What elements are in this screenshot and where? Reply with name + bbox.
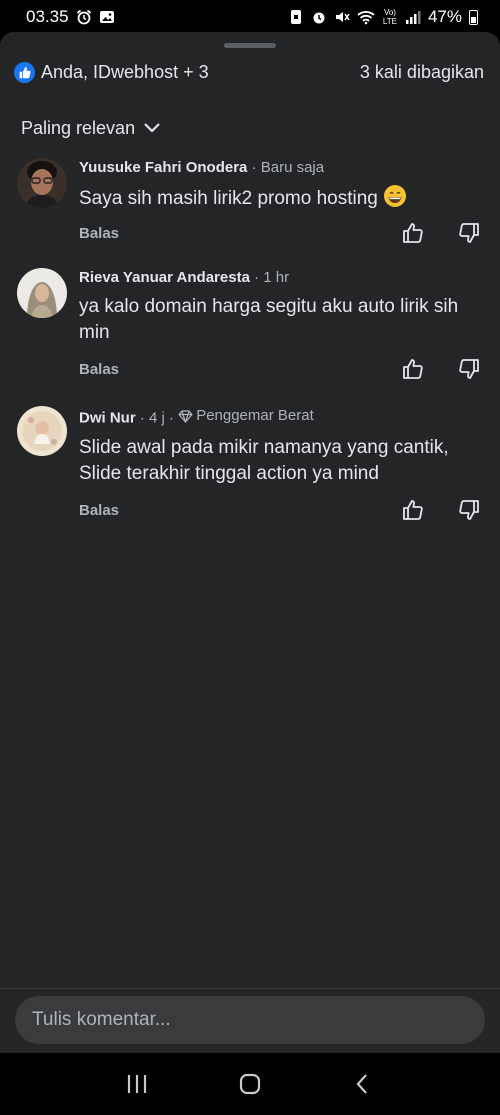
diamond-icon [178, 409, 193, 423]
comment-input-placeholder: Tulis komentar... [32, 1009, 171, 1030]
mute-icon [335, 12, 350, 22]
top-fan-label: Penggemar Berat [196, 407, 314, 424]
downvote-icon[interactable] [458, 358, 480, 380]
avatar[interactable] [17, 268, 67, 318]
wifi-icon [357, 11, 375, 25]
battery-icon [469, 9, 478, 25]
comment-meta: Dwi Nur · 4 j · Penggemar Berat [79, 406, 482, 429]
comment-text: ya kalo domain harga segitu aku auto lir… [79, 296, 459, 343]
shares-count[interactable]: 3 kali dibagikan [360, 62, 484, 83]
screen-rotate-icon [290, 10, 301, 24]
upvote-icon[interactable] [402, 222, 424, 244]
status-time: 03.35 [26, 7, 69, 26]
reactions-label: Anda, IDwebhost + 3 [41, 61, 209, 82]
like-reaction-icon [14, 61, 35, 83]
downvote-icon[interactable] [458, 499, 480, 521]
reactions-row: Anda, IDwebhost + 3 3 kali dibagikan [14, 60, 484, 84]
grinning-face-emoji-icon [384, 185, 407, 207]
comment-text: Slide awal pada mikir namanya yang canti… [79, 436, 449, 484]
comment-meta: Rieva Yanuar Andaresta · 1 hr [79, 268, 482, 288]
comment-actions: Balas [79, 499, 480, 521]
avatar[interactable] [17, 406, 67, 456]
recent-apps-icon[interactable] [125, 1073, 149, 1095]
alarm-icon [76, 9, 91, 25]
avatar[interactable] [17, 158, 67, 208]
status-right: Vo) LTE 47% [288, 7, 478, 27]
comment-text: Saya sih masih lirik2 promo hosting [79, 184, 482, 212]
vote-buttons [402, 222, 480, 244]
upvote-icon[interactable] [402, 358, 424, 380]
comment-text-content: Saya sih masih lirik2 promo hosting [79, 188, 378, 209]
vote-buttons [402, 499, 480, 521]
comment-time: · 4 j · [139, 409, 175, 427]
gallery-icon [99, 11, 114, 23]
sort-label: Paling relevan [21, 117, 136, 138]
status-left: 03.35 [26, 7, 115, 27]
vote-buttons [402, 358, 480, 380]
comment-author[interactable]: Dwi Nur [79, 410, 136, 427]
comment-body: Dwi Nur · 4 j · Penggemar Berat Slide aw… [79, 406, 482, 487]
comment-author[interactable]: Rieva Yanuar Andaresta [79, 269, 250, 286]
comment-time: · Baru saja [251, 159, 325, 176]
top-fan-badge[interactable]: Penggemar Berat [178, 406, 314, 426]
comment-input[interactable]: Tulis komentar... [15, 996, 485, 1044]
reply-button[interactable]: Balas [79, 361, 119, 378]
back-icon[interactable] [351, 1073, 375, 1095]
chevron-down-icon [144, 123, 160, 133]
comment-actions: Balas [79, 358, 480, 380]
alarm-icon-right [313, 12, 325, 24]
comment-author[interactable]: Yuusuke Fahri Onodera [79, 159, 247, 176]
comment-meta: Yuusuke Fahri Onodera · Baru saja [79, 158, 482, 178]
reply-button[interactable]: Balas [79, 225, 119, 242]
comment-actions: Balas [79, 222, 480, 244]
reply-button[interactable]: Balas [79, 502, 119, 519]
composer-divider [0, 988, 500, 989]
reactions-summary[interactable]: Anda, IDwebhost + 3 [14, 61, 209, 83]
sort-dropdown[interactable]: Paling relevan [21, 116, 161, 140]
upvote-icon[interactable] [402, 499, 424, 521]
comment-body: Rieva Yanuar Andaresta · 1 hr ya kalo do… [79, 268, 482, 346]
comment-time: · 1 hr [254, 269, 290, 286]
system-nav-bar [0, 1053, 500, 1115]
network-label: Vo) LTE [382, 8, 397, 26]
drag-handle[interactable] [224, 43, 276, 48]
signal-icon [405, 11, 421, 24]
downvote-icon[interactable] [458, 222, 480, 244]
status-bar: 03.35 Vo) LTE 47% [0, 0, 500, 34]
comment-body: Yuusuke Fahri Onodera · Baru saja Saya s… [79, 158, 482, 212]
home-icon[interactable] [238, 1073, 262, 1095]
battery-percent: 47% [427, 7, 462, 26]
